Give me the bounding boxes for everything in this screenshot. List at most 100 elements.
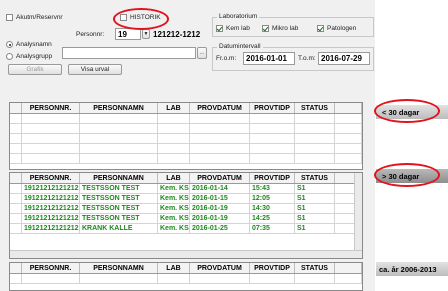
mikro-lab-checkbox-box[interactable] <box>262 25 269 32</box>
col-provdatum[interactable]: PROVDATUM <box>190 173 250 183</box>
col-lab[interactable]: LAB <box>158 173 190 183</box>
grid-header: PERSONNR. PERSONNAMN LAB PROVDATUM PROVT… <box>10 263 362 274</box>
tag-over-30-days: > 30 dagar <box>376 169 448 183</box>
analysnamn-radio[interactable]: Analysnamn <box>6 41 52 48</box>
grid-header: PERSONNR. PERSONNAMN LAB PROVDATUM PROVT… <box>10 173 362 184</box>
analysgrupp-radio-label: Analysgrupp <box>16 53 53 60</box>
col-personnamn[interactable]: PERSONNAMN <box>80 263 158 273</box>
cell-status: S1 <box>295 224 335 233</box>
col-personnamn[interactable]: PERSONNAMN <box>80 173 158 183</box>
col-lab[interactable]: LAB <box>158 103 190 113</box>
cell-provtidp: 14:25 <box>250 214 295 223</box>
cell-provtidp: 15:43 <box>250 184 295 193</box>
akut-checkbox-box[interactable] <box>6 14 13 21</box>
row-selector-header <box>10 173 22 183</box>
analysnamn-radio-label: Analysnamn <box>16 41 52 48</box>
to-date-label: T.o.m: <box>298 55 316 62</box>
cell-personnr: 19121212121212 <box>24 224 80 233</box>
patologen-checkbox[interactable]: Patologen <box>317 25 356 32</box>
patologen-checkbox-box[interactable] <box>317 25 324 32</box>
col-provtidp[interactable]: PROVTIDP <box>250 263 295 273</box>
graph-button[interactable]: Grafik <box>8 64 62 75</box>
analysis-browse-button[interactable]: … <box>197 47 207 59</box>
tag-archive-2006-2013: ca. år 2006-2013 <box>376 262 448 276</box>
tag-under-30-days: < 30 dagar <box>376 105 448 119</box>
col-personnr[interactable]: PERSONNR. <box>22 263 80 273</box>
cell-provdatum: 2016-01-14 <box>190 184 250 193</box>
col-provtidp[interactable]: PROVTIDP <box>250 103 295 113</box>
horizontal-scrollbar[interactable] <box>10 250 362 258</box>
col-filler <box>335 103 362 113</box>
kem-lab-checkbox[interactable]: Kem lab <box>216 25 250 32</box>
table-row[interactable]: 19121212121212 TESTSSON TEST Kem. KS 201… <box>10 214 362 224</box>
results-grid-archive[interactable]: PERSONNR. PERSONNAMN LAB PROVDATUM PROVT… <box>9 262 363 291</box>
results-grid-older[interactable]: PERSONNR. PERSONNAMN LAB PROVDATUM PROVT… <box>9 172 363 259</box>
col-personnamn[interactable]: PERSONNAMN <box>80 103 158 113</box>
historik-checkbox[interactable]: HISTORIK <box>120 14 161 21</box>
cell-provdatum: 2016-01-19 <box>190 204 250 213</box>
lab-results-window: Akutm/Reservnr HISTORIK Personnr: 19 ▼ 1… <box>0 0 375 291</box>
col-lab[interactable]: LAB <box>158 263 190 273</box>
col-provdatum[interactable]: PROVDATUM <box>190 263 250 273</box>
akut-checkbox[interactable]: Akutm/Reservnr <box>6 14 63 21</box>
cell-lab: Kem. KS <box>160 214 190 223</box>
mikro-lab-label: Mikro lab <box>272 25 299 32</box>
table-row[interactable] <box>10 274 362 284</box>
table-row[interactable]: 19121212121212 TESTSSON TEST Kem. KS 201… <box>10 204 362 214</box>
mikro-lab-checkbox[interactable]: Mikro lab <box>262 25 298 32</box>
century-input[interactable]: 19 <box>115 28 141 40</box>
cell-personnr: 19121212121212 <box>24 214 80 223</box>
from-date-input[interactable]: 2016-01-01 <box>243 52 295 65</box>
row-selector-header <box>10 263 22 273</box>
table-row[interactable]: 19121212121212 TESTSSON TEST Kem. KS 201… <box>10 194 362 204</box>
table-row[interactable] <box>10 124 362 134</box>
show-selection-button[interactable]: Visa urval <box>68 64 122 75</box>
cell-provtidp: 14:30 <box>250 204 295 213</box>
table-row[interactable] <box>10 154 362 164</box>
table-row[interactable]: 19121212121212 KRANK KALLE Kem. KS 2016-… <box>10 224 362 234</box>
analysis-search-input[interactable] <box>62 47 196 59</box>
col-provdatum[interactable]: PROVDATUM <box>190 103 250 113</box>
cell-personnamn: TESTSSON TEST <box>80 184 158 193</box>
table-row[interactable] <box>10 144 362 154</box>
col-status[interactable]: STATUS <box>295 263 335 273</box>
cell-personnr: 19121212121212 <box>24 184 80 193</box>
table-row[interactable] <box>10 134 362 144</box>
ellipsis-icon: … <box>199 50 205 56</box>
cell-lab: Kem. KS <box>160 224 190 233</box>
cell-provdatum: 2016-01-15 <box>190 194 250 203</box>
results-grid-recent[interactable]: PERSONNR. PERSONNAMN LAB PROVDATUM PROVT… <box>9 102 363 170</box>
table-row[interactable]: 19121212121212 TESTSSON TEST Kem. KS 201… <box>10 184 362 194</box>
col-status[interactable]: STATUS <box>295 103 335 113</box>
cell-personnamn: TESTSSON TEST <box>80 194 158 203</box>
to-date-input[interactable]: 2016-07-29 <box>318 52 370 65</box>
personnr-input[interactable]: 121212-1212 <box>151 28 206 40</box>
cell-provtidp: 07:35 <box>250 224 295 233</box>
analysnamn-radio-dot[interactable] <box>6 41 13 48</box>
kem-lab-label: Kem lab <box>226 25 250 32</box>
table-row[interactable] <box>10 114 362 124</box>
kem-lab-checkbox-box[interactable] <box>216 25 223 32</box>
row-selector-header <box>10 103 22 113</box>
col-personnr[interactable]: PERSONNR. <box>22 103 80 113</box>
col-provtidp[interactable]: PROVTIDP <box>250 173 295 183</box>
cell-lab: Kem. KS <box>160 184 190 193</box>
cell-personnamn: KRANK KALLE <box>80 224 158 233</box>
from-date-label: Fr.o.m: <box>216 55 237 62</box>
vertical-scrollbar[interactable] <box>354 173 362 252</box>
patologen-label: Patologen <box>327 25 357 32</box>
cell-lab: Kem. KS <box>160 194 190 203</box>
col-status[interactable]: STATUS <box>295 173 335 183</box>
century-dropdown-button[interactable]: ▼ <box>142 29 150 39</box>
grid-header: PERSONNR. PERSONNAMN LAB PROVDATUM PROVT… <box>10 103 362 114</box>
laboratorium-title: Laboratorium <box>217 13 260 20</box>
cell-status: S1 <box>295 194 335 203</box>
historik-checkbox-box[interactable] <box>120 14 127 21</box>
historik-checkbox-label: HISTORIK <box>130 14 161 21</box>
analysgrupp-radio-dot[interactable] <box>6 53 13 60</box>
col-personnr[interactable]: PERSONNR. <box>22 173 80 183</box>
akut-checkbox-label: Akutm/Reservnr <box>16 14 63 21</box>
analysgrupp-radio[interactable]: Analysgrupp <box>6 53 52 60</box>
cell-personnamn: TESTSSON TEST <box>80 204 158 213</box>
cell-provdatum: 2016-01-25 <box>190 224 250 233</box>
